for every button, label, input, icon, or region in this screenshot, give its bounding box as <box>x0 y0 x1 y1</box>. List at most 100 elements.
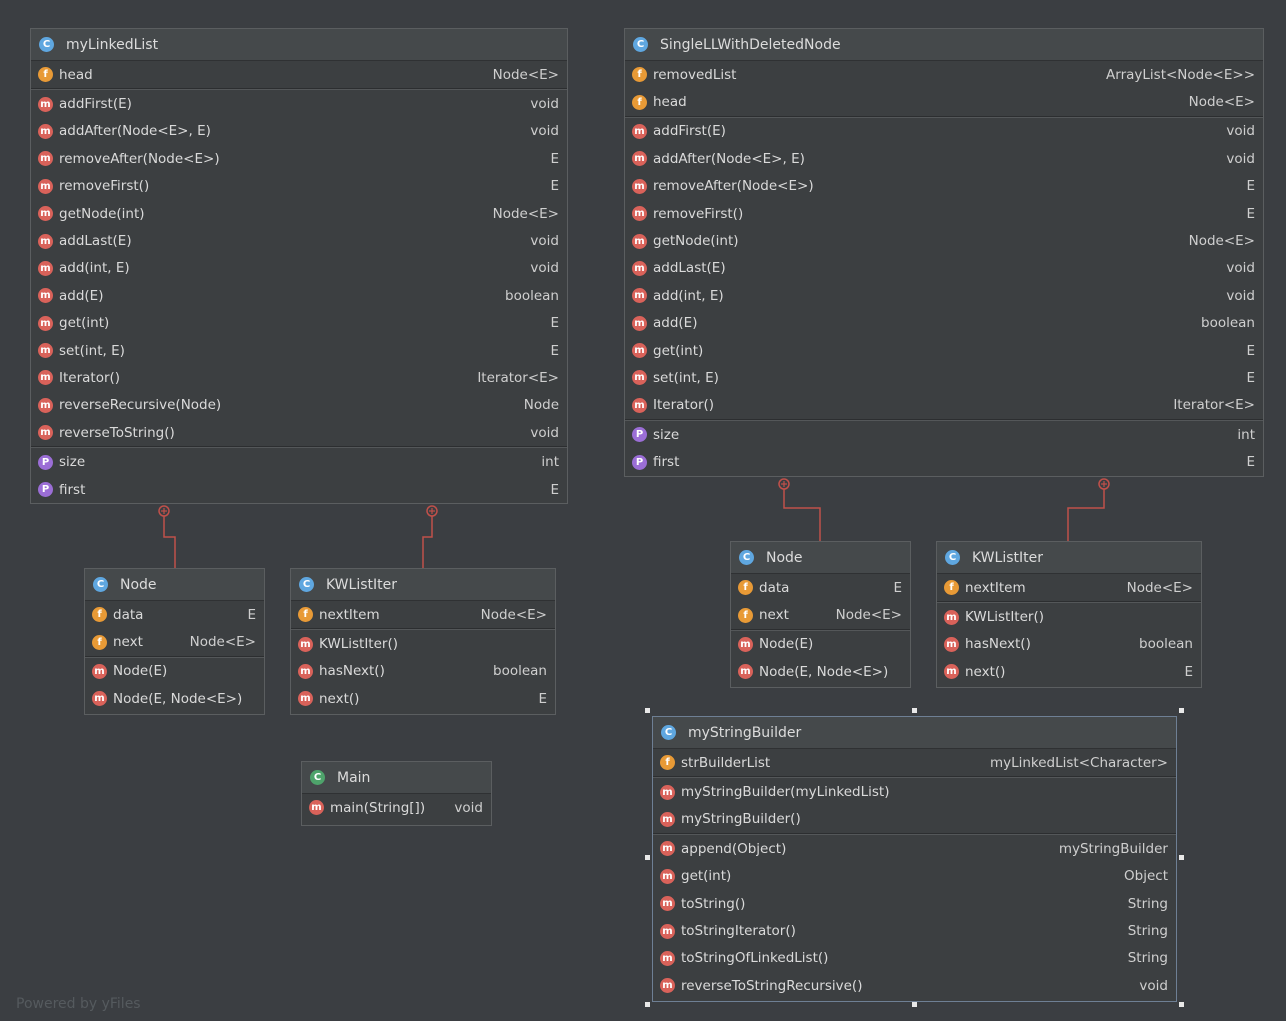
resize-handle[interactable] <box>912 1002 917 1007</box>
method-type: E <box>538 690 547 707</box>
method-type: Iterator<E> <box>1173 397 1255 414</box>
method-icon: m <box>738 664 753 680</box>
resize-handle[interactable] <box>645 1002 650 1007</box>
field-icon: f <box>92 634 107 650</box>
method-row[interactable]: m set(int, E) E <box>31 337 567 364</box>
field-icon: f <box>944 580 959 596</box>
method-row[interactable]: m removeAfter(Node<E>) E <box>31 145 567 172</box>
method-row[interactable]: m KWListIter() <box>291 630 555 657</box>
method-row[interactable]: m Iterator() Iterator<E> <box>625 392 1263 419</box>
field-type: Node<E> <box>492 66 559 83</box>
method-row[interactable]: m toString() String <box>653 890 1176 917</box>
field-row[interactable]: f strBuilderList myLinkedList<Character> <box>653 749 1176 776</box>
method-row[interactable]: m reverseRecursive(Node) Node <box>31 392 567 419</box>
method-row[interactable]: m hasNext() boolean <box>937 631 1201 658</box>
method-row[interactable]: m removeFirst() E <box>625 200 1263 227</box>
method-name: main(String[]) <box>330 799 426 816</box>
method-row[interactable]: m add(int, E) void <box>625 282 1263 309</box>
property-row[interactable]: Psize int <box>625 421 1263 448</box>
method-row[interactable]: m removeAfter(Node<E>) E <box>625 173 1263 200</box>
method-row[interactable]: m Iterator() Iterator<E> <box>31 364 567 391</box>
method-row[interactable]: m getNode(int) Node<E> <box>625 227 1263 254</box>
field-row[interactable]: f removedList ArrayList<Node<E>> <box>625 61 1263 88</box>
method-row[interactable]: m toStringOfLinkedList() String <box>653 945 1176 972</box>
method-icon: m <box>38 288 53 304</box>
class-singlellwithdeletednode[interactable]: C SingleLLWithDeletedNode f removedList Arr… <box>624 28 1264 477</box>
resize-handle[interactable] <box>912 708 917 713</box>
class-main[interactable]: C Main m main(String[]) void <box>301 761 492 826</box>
method-name: reverseToStringRecursive() <box>681 977 863 994</box>
method-row[interactable]: m add(E) boolean <box>31 282 567 309</box>
method-row[interactable]: m addLast(E) void <box>625 255 1263 282</box>
field-row[interactable]: f next Node<E> <box>85 628 264 655</box>
class-main-icon: C <box>310 770 325 785</box>
method-type: String <box>1127 895 1168 912</box>
method-row[interactable]: m addFirst(E) void <box>625 118 1263 145</box>
method-row[interactable]: m Node(E) <box>731 631 910 658</box>
method-row[interactable]: m add(E) boolean <box>625 310 1263 337</box>
class-name: Node <box>766 549 803 566</box>
resize-handle[interactable] <box>1179 1002 1184 1007</box>
class-node-right[interactable]: C Node f data E f next Node<E> m Node(E) m Node… <box>730 541 911 688</box>
method-row[interactable]: m get(int) E <box>31 310 567 337</box>
method-row[interactable]: m Node(E, Node<E>) <box>85 685 264 712</box>
method-row[interactable]: m reverseToStringRecursive() void <box>653 972 1176 999</box>
property-row[interactable]: Pfirst E <box>31 476 567 503</box>
method-row[interactable]: m addAfter(Node<E>, E) void <box>31 118 567 145</box>
method-row[interactable]: m addAfter(Node<E>, E) void <box>625 145 1263 172</box>
method-row[interactable]: m reverseToString() void <box>31 419 567 446</box>
field-row[interactable]: f nextItem Node<E> <box>291 601 555 628</box>
constructor-row[interactable]: m myStringBuilder() <box>653 806 1176 833</box>
class-node-left[interactable]: C Node f data E f next Node<E> m Node(E) m Node… <box>84 568 265 715</box>
class-kwlistiter-left[interactable]: C KWListIter f nextItem Node<E> m KWListIter… <box>290 568 556 715</box>
field-row[interactable]: f next Node<E> <box>731 601 910 628</box>
field-type: Node<E> <box>1126 579 1193 596</box>
method-row[interactable]: m next() E <box>291 685 555 712</box>
method-row[interactable]: m addLast(E) void <box>31 227 567 254</box>
field-type: Node<E> <box>480 606 547 623</box>
field-row[interactable]: f data E <box>85 601 264 628</box>
method-row[interactable]: m getNode(int) Node<E> <box>31 200 567 227</box>
method-icon: m <box>944 664 959 680</box>
field-icon: f <box>660 755 675 771</box>
property-icon: P <box>632 427 647 443</box>
method-row[interactable]: m set(int, E) E <box>625 364 1263 391</box>
method-icon: m <box>38 260 53 276</box>
method-name: Iterator() <box>59 369 121 386</box>
method-name: toStringIterator() <box>681 923 796 940</box>
method-row[interactable]: m Node(E, Node<E>) <box>731 658 910 685</box>
field-row[interactable]: f data E <box>731 574 910 601</box>
class-kwlistiter-right[interactable]: C KWListIter f nextItem Node<E> m KWListIter… <box>936 541 1202 688</box>
method-row[interactable]: m toStringIterator() String <box>653 917 1176 944</box>
method-row[interactable]: m KWListIter() <box>937 603 1201 630</box>
method-row[interactable]: m add(int, E) void <box>31 255 567 282</box>
class-icon: C <box>945 550 960 565</box>
resize-handle[interactable] <box>1179 855 1184 860</box>
field-type: Node<E> <box>189 634 256 651</box>
fields-section: f removedList ArrayList<Node<E>> f head Node… <box>625 61 1263 116</box>
class-mylinkedlist[interactable]: CmyLinkedList f head Node<E> m addFirst(E) v… <box>30 28 568 504</box>
method-row[interactable]: m main(String[]) void <box>302 794 491 821</box>
method-row[interactable]: m append(Object) myStringBuilder <box>653 835 1176 862</box>
method-type: void <box>530 123 559 140</box>
method-icon: m <box>660 841 675 857</box>
field-row[interactable]: f head Node<E> <box>31 61 567 88</box>
method-row[interactable]: m removeFirst() E <box>31 173 567 200</box>
resize-handle[interactable] <box>645 708 650 713</box>
method-row[interactable]: m get(int) E <box>625 337 1263 364</box>
method-row[interactable]: m Node(E) <box>85 658 264 685</box>
constructor-row[interactable]: m myStringBuilder(myLinkedList) <box>653 778 1176 805</box>
method-row[interactable]: m hasNext() boolean <box>291 658 555 685</box>
method-row[interactable]: m get(int) Object <box>653 863 1176 890</box>
method-row[interactable]: m next() E <box>937 658 1201 685</box>
class-mystringbuilder[interactable]: CmyStringBuilder f strBuilderList myLinked… <box>652 716 1177 1002</box>
property-row[interactable]: Pfirst E <box>625 448 1263 475</box>
method-type: String <box>1127 950 1168 967</box>
property-row[interactable]: Psize int <box>31 448 567 475</box>
resize-handle[interactable] <box>645 855 650 860</box>
method-row[interactable]: m addFirst(E) void <box>31 90 567 117</box>
field-row[interactable]: f nextItem Node<E> <box>937 574 1201 601</box>
resize-handle[interactable] <box>1179 708 1184 713</box>
class-header: CmyStringBuilder <box>653 717 1176 749</box>
field-row[interactable]: f head Node<E> <box>625 88 1263 115</box>
